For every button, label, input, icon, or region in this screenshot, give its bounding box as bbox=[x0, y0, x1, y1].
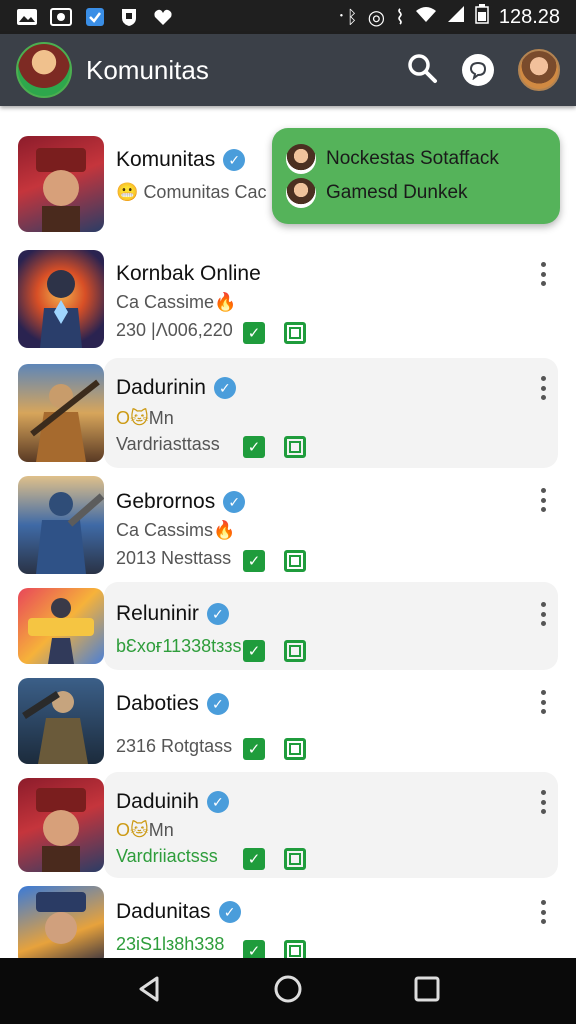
vibrate-icon: ⌇ bbox=[395, 6, 405, 29]
chat-icon[interactable] bbox=[462, 54, 494, 86]
item-name: Daduinih ✓ bbox=[116, 790, 229, 814]
search-icon[interactable] bbox=[406, 52, 438, 89]
heart-icon bbox=[152, 7, 174, 27]
item-subtitle: O🐱Mn bbox=[116, 408, 174, 428]
profile-avatar[interactable] bbox=[518, 49, 560, 91]
game-thumbnail bbox=[18, 250, 104, 348]
game-thumbnail bbox=[18, 364, 104, 462]
square-icon[interactable] bbox=[284, 322, 306, 344]
popup-item[interactable]: Nockestas Sotaffack bbox=[286, 144, 499, 174]
verified-icon: ✓ bbox=[213, 377, 236, 399]
item-name: Daboties ✓ bbox=[116, 692, 229, 716]
alarm-icon: ◎ bbox=[367, 6, 386, 29]
account-switcher-popup: Nockestas Sotaffack Gamesd Dunkek bbox=[272, 128, 560, 224]
item-name: Gebrornos ✓ bbox=[116, 490, 246, 514]
system-nav-bar bbox=[0, 958, 576, 1024]
page-title: Komunitas bbox=[86, 54, 209, 85]
item-name: Dadurinin ✓ bbox=[116, 376, 236, 400]
community-list: Komunitas ✓ 😬 Comunitas Cac Kornbak Onli… bbox=[0, 106, 576, 958]
community-avatar[interactable] bbox=[16, 42, 72, 98]
list-item[interactable]: Gebrornos ✓ Ca Cassims🔥 2013 Nesttass ✓ bbox=[0, 476, 576, 574]
signal-icon bbox=[447, 5, 465, 29]
game-thumbnail bbox=[18, 136, 104, 232]
item-subtitle: O🐱Mn bbox=[116, 820, 174, 840]
game-thumbnail bbox=[18, 588, 104, 664]
list-item[interactable]: Dadunitas ✓ 23iS1Ɩз8h338 ✓ bbox=[0, 886, 576, 958]
more-icon[interactable] bbox=[534, 790, 552, 814]
more-icon[interactable] bbox=[534, 262, 552, 286]
game-thumbnail bbox=[18, 778, 104, 872]
more-icon[interactable] bbox=[534, 900, 552, 924]
home-icon[interactable] bbox=[273, 974, 303, 1009]
item-name: Dadunitas ✓ bbox=[116, 900, 241, 924]
image-icon bbox=[16, 7, 38, 27]
recents-icon[interactable] bbox=[413, 975, 441, 1008]
more-icon[interactable] bbox=[534, 602, 552, 626]
item-subtitle: 😬 Comunitas Cac bbox=[116, 182, 267, 202]
square-icon[interactable] bbox=[284, 640, 306, 662]
check-icon[interactable]: ✓ bbox=[243, 738, 265, 760]
popup-item[interactable]: Gamesd Dunkek bbox=[286, 178, 468, 208]
back-icon[interactable] bbox=[135, 975, 163, 1008]
list-item[interactable]: Kornbak Online Ca Cassime🔥 230 |Λ006,220… bbox=[0, 250, 576, 348]
popup-avatar bbox=[286, 178, 316, 208]
square-icon[interactable] bbox=[284, 940, 306, 958]
status-bar: ᛫ᛒ ◎ ⌇ 128.28 bbox=[0, 0, 576, 34]
status-time: 128.28 bbox=[498, 5, 560, 28]
list-item[interactable]: Daduinih ✓ O🐱Mn Vardriiactsss ✓ bbox=[0, 772, 576, 878]
check-icon[interactable]: ✓ bbox=[243, 436, 265, 458]
verified-icon: ✓ bbox=[206, 603, 229, 625]
verified-icon: ✓ bbox=[206, 791, 229, 813]
bluetooth-icon: ᛫ᛒ bbox=[336, 6, 358, 27]
list-item[interactable]: Daboties ✓ 2316 Rotgtass ✓ bbox=[0, 678, 576, 764]
check-icon[interactable]: ✓ bbox=[243, 322, 265, 344]
verified-icon: ✓ bbox=[223, 149, 246, 171]
more-icon[interactable] bbox=[534, 488, 552, 512]
square-icon[interactable] bbox=[284, 550, 306, 572]
item-name: Komunitas ✓ bbox=[116, 148, 246, 172]
check-icon[interactable]: ✓ bbox=[243, 940, 265, 958]
square-icon[interactable] bbox=[284, 436, 306, 458]
item-name: Reluninir ✓ bbox=[116, 602, 229, 626]
photo-icon bbox=[50, 7, 72, 27]
more-icon[interactable] bbox=[534, 376, 552, 400]
square-icon[interactable] bbox=[284, 738, 306, 760]
more-icon[interactable] bbox=[534, 690, 552, 714]
game-thumbnail bbox=[18, 678, 104, 764]
check-icon[interactable]: ✓ bbox=[243, 550, 265, 572]
game-thumbnail bbox=[18, 886, 104, 958]
item-stats: 230 |Λ006,220 bbox=[116, 320, 233, 340]
checkbox-icon bbox=[84, 7, 106, 27]
app-bar: Komunitas bbox=[0, 34, 576, 106]
verified-icon: ✓ bbox=[218, 901, 241, 923]
check-icon[interactable]: ✓ bbox=[243, 848, 265, 870]
popup-avatar bbox=[286, 144, 316, 174]
check-icon[interactable]: ✓ bbox=[243, 640, 265, 662]
shield-icon bbox=[118, 7, 140, 27]
item-subtitle: Ca Cassime🔥 bbox=[116, 292, 237, 312]
item-subtitle: Ca Cassims🔥 bbox=[116, 520, 236, 540]
list-item[interactable]: Reluninir ✓ bƐxoғ11338tззs ✓ bbox=[0, 582, 576, 670]
verified-icon: ✓ bbox=[206, 693, 229, 715]
wifi-icon bbox=[415, 5, 437, 29]
verified-icon: ✓ bbox=[223, 491, 246, 513]
square-icon[interactable] bbox=[284, 848, 306, 870]
game-thumbnail bbox=[18, 476, 104, 574]
battery-icon bbox=[475, 4, 489, 30]
list-item[interactable]: Dadurinin ✓ O🐱Mn Vardriasttass ✓ bbox=[0, 358, 576, 468]
